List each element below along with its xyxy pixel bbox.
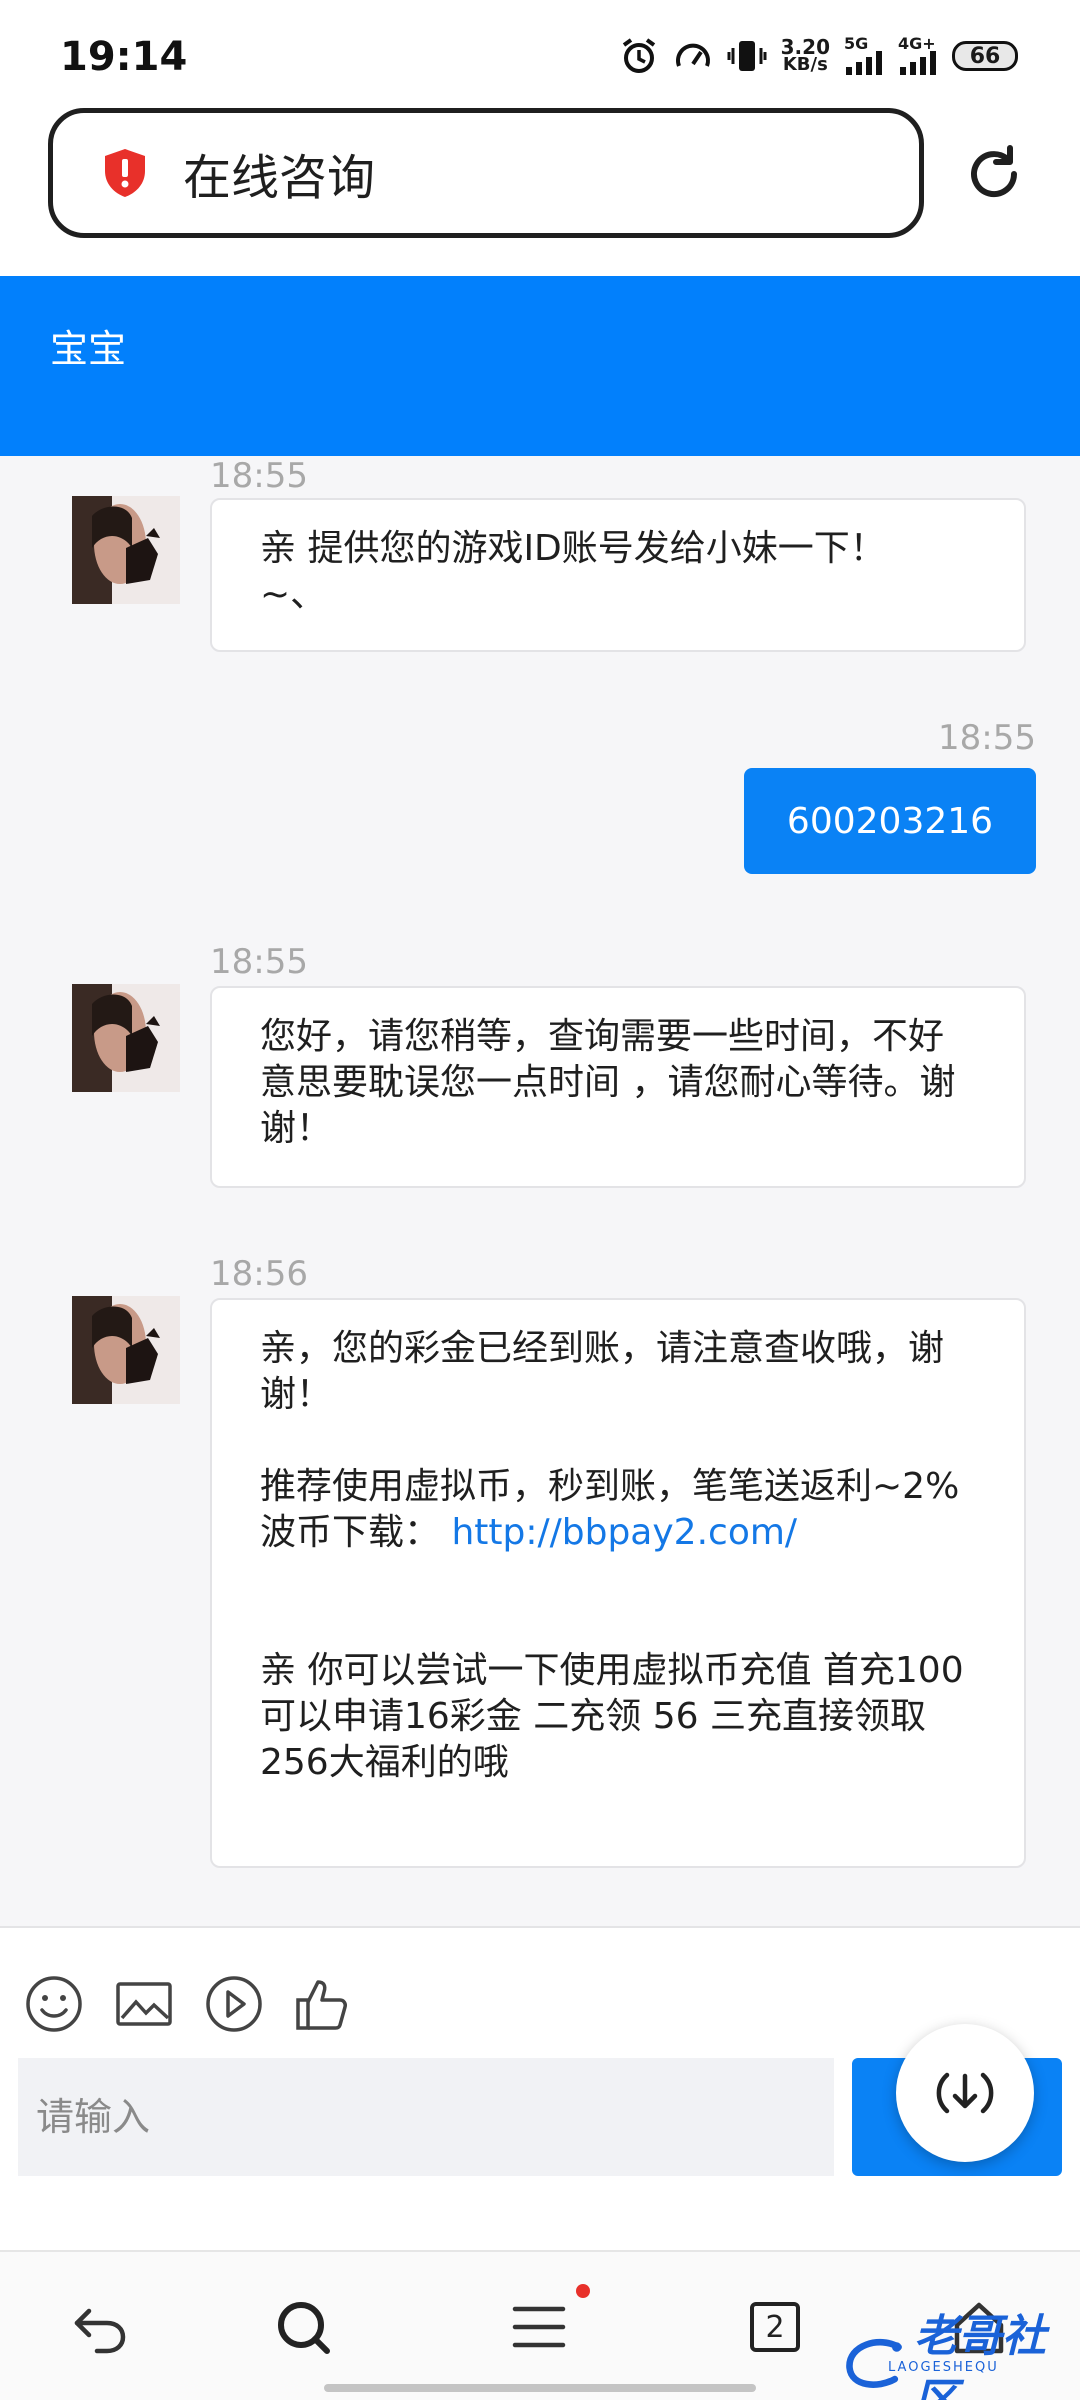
user-message-bubble: 600203216 <box>744 768 1036 874</box>
emoji-icon[interactable] <box>24 1974 84 2034</box>
signal-4g: 4G+ <box>898 36 938 75</box>
message-time: 18:56 <box>210 1254 308 1294</box>
agent-avatar <box>72 1296 180 1404</box>
menu-icon <box>512 2306 566 2348</box>
video-icon[interactable] <box>204 1974 264 2034</box>
menu-button[interactable] <box>504 2292 574 2362</box>
message-time: 18:55 <box>210 456 308 496</box>
search-icon <box>278 2302 330 2354</box>
page-title: 在线咨询 <box>183 150 376 206</box>
search-button[interactable] <box>268 2292 338 2362</box>
download-arrow-icon <box>936 2072 994 2114</box>
message-text: 亲 你可以尝试一下使用虚拟币充值 首充100 可以申请16彩金 二充领 56 三… <box>260 1650 964 1783</box>
back-arrow-icon <box>74 2308 126 2354</box>
agent-message-bubble: 亲 提供您的游戏ID账号发给小妹一下！ ~、 <box>210 498 1026 652</box>
notification-dot <box>576 2284 590 2298</box>
watermark-text: 老哥社区 <box>914 2311 1047 2400</box>
message-text: 波币下载： http://bbpay2.com/ <box>260 1510 974 1556</box>
alarm-icon <box>619 36 659 76</box>
vibrate-icon <box>727 36 767 76</box>
download-label: 波币下载： <box>260 1512 441 1553</box>
back-button[interactable] <box>66 2292 136 2362</box>
address-bar[interactable]: 在线咨询 <box>48 108 924 238</box>
status-time: 19:14 <box>60 34 188 80</box>
composer-toolbar <box>24 1974 354 2034</box>
thumbs-up-icon[interactable] <box>294 1974 354 2034</box>
reload-button[interactable] <box>962 142 1026 206</box>
message-time: 18:55 <box>210 942 308 982</box>
status-icons: 3.20 KB/s 5G 4G+ 66 <box>619 36 1018 76</box>
agent-avatar <box>72 984 180 1092</box>
battery-indicator: 66 <box>952 41 1018 71</box>
shield-warning-icon[interactable] <box>97 145 153 201</box>
download-fab[interactable] <box>896 2024 1034 2162</box>
message-text: 亲，您的彩金已经到账，请注意查收哦，谢谢！ <box>260 1328 945 1415</box>
agent-message-bubble: 亲，您的彩金已经到账，请注意查收哦，谢谢！ 推荐使用虚拟币，秒到账，笔笔送返利~… <box>210 1298 1026 1868</box>
signal-5g: 5G <box>844 36 884 75</box>
message-list[interactable]: 18:55 亲 提供您的游戏ID账号发给小妹一下！ ~、 18:55 60020… <box>0 456 1080 1926</box>
watermark-logo: 老哥社区 LAOGESHEQU <box>842 2300 1080 2400</box>
tab-count: 2 <box>750 2302 800 2352</box>
speedometer-icon <box>673 36 713 76</box>
message-text: 推荐使用虚拟币，秒到账，笔笔送返利~2% <box>260 1466 960 1507</box>
home-indicator[interactable] <box>324 2384 756 2392</box>
agent-avatar <box>72 496 180 604</box>
tabs-button[interactable]: 2 <box>740 2292 810 2362</box>
message-input[interactable] <box>18 2058 834 2176</box>
agent-message-bubble: 您好，请您稍等，查询需要一些时间，不好意思要耽误您一点时间 ，请您耐心等待。谢谢… <box>210 986 1026 1188</box>
image-icon[interactable] <box>114 1974 174 2034</box>
chat-contact-name: 宝宝 <box>50 327 127 371</box>
reload-icon <box>971 145 1018 198</box>
status-bar: 19:14 3.20 KB/s 5G 4G+ 66 <box>0 0 1080 100</box>
watermark-subtext: LAOGESHEQU <box>888 2360 999 2375</box>
chat-header: 宝宝 <box>0 276 1080 456</box>
network-speed: 3.20 KB/s <box>780 35 830 75</box>
message-time: 18:55 <box>938 718 1036 758</box>
download-link[interactable]: http://bbpay2.com/ <box>451 1512 797 1553</box>
